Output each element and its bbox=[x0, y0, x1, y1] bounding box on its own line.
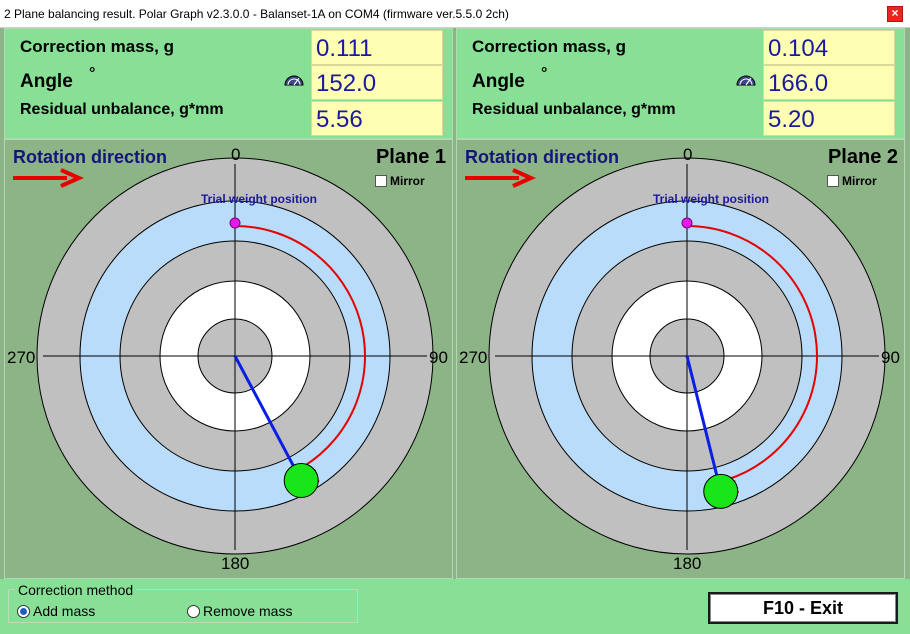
correction-mass-label: Correction mass, g bbox=[472, 37, 626, 56]
plane-1-results: Correction mass, g Angle ° Residual unba… bbox=[4, 28, 453, 139]
plane-2-results: Correction mass, g Angle ° Residual unba… bbox=[456, 28, 905, 139]
plane-1-polar-svg bbox=[13, 157, 434, 555]
tick-label-180: 180 bbox=[221, 554, 250, 573]
window-title: 2 Plane balancing result. Polar Graph v2… bbox=[4, 7, 509, 21]
rotation-direction-label: Rotation direction bbox=[465, 147, 619, 167]
bottom-bar: Correction method Add mass Remove mass F… bbox=[0, 579, 910, 634]
plane-1-angle-value: 152.0 bbox=[311, 65, 443, 100]
tick-label-0: 0 bbox=[683, 145, 693, 164]
correction-mass-label: Correction mass, g bbox=[20, 37, 174, 56]
tick-label-0: 0 bbox=[231, 145, 241, 164]
checkbox-box[interactable] bbox=[827, 175, 839, 187]
plane-2-angle-value: 166.0 bbox=[763, 65, 895, 100]
mirror-label: Mirror bbox=[390, 174, 425, 188]
client-area: Correction mass, g Angle ° Residual unba… bbox=[0, 28, 910, 634]
plane-2-residual-unbalance-value: 5.20 bbox=[763, 101, 895, 136]
close-icon: × bbox=[891, 6, 899, 20]
tick-label-270: 270 bbox=[459, 348, 488, 367]
tick-label-90: 90 bbox=[881, 348, 900, 367]
close-button[interactable]: × bbox=[887, 6, 903, 22]
plane-1-title: Plane 1 bbox=[375, 146, 446, 168]
plane-1-panel: Correction mass, g Angle ° Residual unba… bbox=[4, 28, 453, 579]
angle-label: Angle bbox=[472, 71, 525, 92]
plane-2-polar-graph: Rotation direction Plane 2 Mirror Trial … bbox=[456, 139, 905, 579]
tick-label-90: 90 bbox=[429, 348, 448, 367]
correction-mass-marker bbox=[703, 473, 739, 509]
correction-method-legend: Correction method bbox=[15, 582, 137, 598]
plane-1-mirror-checkbox[interactable]: Mirror bbox=[375, 174, 425, 188]
residual-unbalance-label: Residual unbalance, g*mm bbox=[472, 101, 676, 118]
exit-button[interactable]: F10 - Exit bbox=[708, 592, 898, 624]
plane-2-title: Plane 2 bbox=[827, 146, 898, 168]
trial-weight-marker bbox=[229, 217, 241, 229]
plane-2-polar-svg bbox=[465, 157, 886, 555]
plane-1-residual-unbalance-value: 5.56 bbox=[311, 101, 443, 136]
protractor-icon[interactable] bbox=[284, 72, 304, 86]
radio-button-unchecked[interactable] bbox=[187, 605, 200, 618]
correction-mass-marker bbox=[283, 463, 319, 499]
checkbox-box[interactable] bbox=[375, 175, 387, 187]
add-mass-radio[interactable]: Add mass bbox=[17, 603, 95, 619]
plane-2-correction-mass-value: 0.104 bbox=[763, 30, 895, 65]
degree-sign: ° bbox=[541, 65, 548, 82]
angle-label: Angle bbox=[20, 71, 73, 92]
tick-label-180: 180 bbox=[673, 554, 702, 573]
correction-method-group: Correction method Add mass Remove mass bbox=[8, 582, 358, 623]
rotation-direction-label: Rotation direction bbox=[13, 147, 167, 167]
plane-1-polar-graph: Rotation direction Plane 1 Mirror Trial … bbox=[4, 139, 453, 579]
radio-button-checked[interactable] bbox=[17, 605, 30, 618]
plane-1-correction-mass-value: 0.111 bbox=[311, 30, 443, 65]
degree-sign: ° bbox=[89, 65, 96, 82]
tick-label-270: 270 bbox=[7, 348, 36, 367]
protractor-icon[interactable] bbox=[736, 72, 756, 86]
trial-weight-position-label: Trial weight position bbox=[200, 192, 317, 206]
remove-mass-radio[interactable]: Remove mass bbox=[187, 603, 292, 619]
title-bar: 2 Plane balancing result. Polar Graph v2… bbox=[0, 0, 910, 28]
plane-2-panel: Correction mass, g Angle ° Residual unba… bbox=[456, 28, 905, 579]
plane-2-mirror-checkbox[interactable]: Mirror bbox=[827, 174, 877, 188]
remove-mass-label: Remove mass bbox=[203, 603, 293, 619]
trial-weight-marker bbox=[681, 217, 693, 229]
residual-unbalance-label: Residual unbalance, g*mm bbox=[20, 101, 224, 118]
add-mass-label: Add mass bbox=[33, 603, 96, 619]
mirror-label: Mirror bbox=[842, 174, 877, 188]
trial-weight-position-label: Trial weight position bbox=[652, 192, 769, 206]
